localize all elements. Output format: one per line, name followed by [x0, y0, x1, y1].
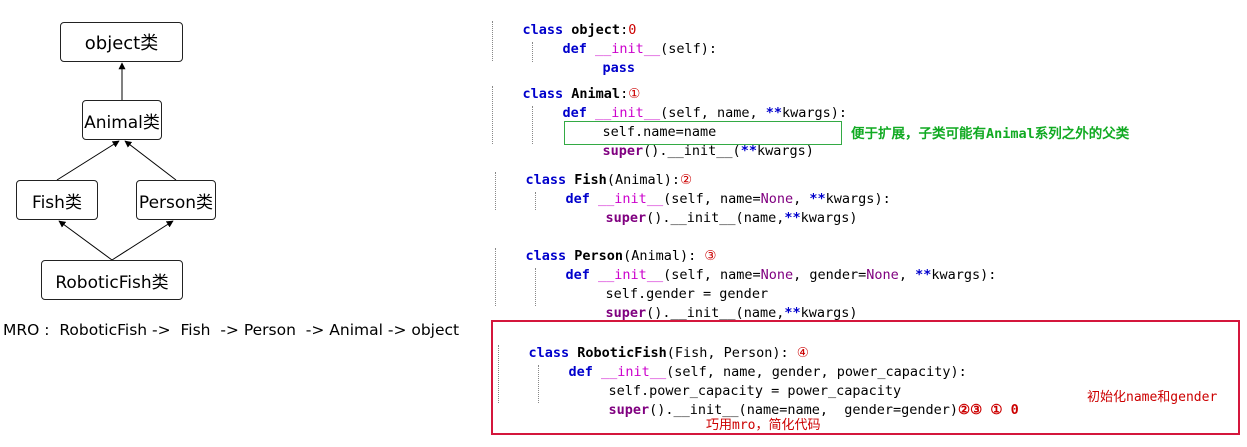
mro-order-markers: ②③ ① 0 — [958, 402, 1019, 418]
code-line-super-call: super().__init__(name,**kwargs) — [573, 190, 858, 226]
double-star: ** — [784, 305, 801, 321]
double-star: ** — [765, 105, 783, 121]
code-line-super-call: super().__init__(**kwargs) — [570, 123, 814, 159]
code-panel: class object:0 def __init__(self): pass … — [0, 0, 1247, 447]
note-use-mro: 巧用mro，简化代码 — [706, 418, 821, 433]
params: , gender= — [793, 267, 867, 283]
params: , — [898, 267, 916, 283]
super-call: kwargs) — [756, 143, 814, 159]
keyword-super: super — [605, 210, 647, 226]
super-call: kwargs) — [800, 305, 858, 321]
code-line-class-animal: class Animal:① — [490, 66, 641, 102]
keyword-super: super — [605, 305, 647, 321]
code-line-def-init: def __init__(self, name=None, **kwargs): — [533, 171, 891, 207]
code-line-super-call: super().__init__(name=name, gender=gende… — [576, 382, 1019, 418]
note-init-name-gender: 初始化name和gender — [1087, 390, 1218, 405]
note-extensibility: 便于扩展，子类可能有Animal系列之外的父类 — [851, 126, 1130, 142]
super-call: ().__init__(name, — [646, 210, 785, 226]
code-line-class-object: class object:0 — [490, 2, 637, 38]
double-star: ** — [784, 210, 801, 226]
code-line-super-call: super().__init__(name,**kwargs) — [573, 285, 858, 321]
code-line-def-init: def __init__(self, name, **kwargs): — [530, 85, 848, 121]
double-star: ** — [740, 143, 757, 159]
code-line-pass: pass — [570, 40, 636, 76]
constant-none: None — [866, 267, 899, 283]
code-line-def-init: def __init__(self): — [530, 21, 717, 57]
code-line-class-person: class Person(Animal): ③ — [493, 228, 717, 264]
code-line-def-init: def __init__(self, name=None, gender=Non… — [533, 247, 997, 283]
double-star: ** — [915, 267, 932, 283]
code-line-assign-gender: self.gender = gender — [573, 266, 769, 302]
code-line-class-fish: class Fish(Animal):② — [493, 152, 693, 188]
keyword-super: super — [608, 402, 650, 418]
params: kwargs): — [782, 105, 848, 121]
code-line-def-init: def __init__(self, name, gender, power_c… — [536, 344, 967, 380]
params: kwargs): — [931, 267, 997, 283]
params: (self): — [660, 41, 717, 57]
code-line-class-roboticfish: class RoboticFish(Fish, Person): ④ — [496, 325, 809, 361]
super-call: ().__init__(name, — [646, 305, 785, 321]
super-call: kwargs) — [800, 210, 858, 226]
code-line-assign-power: self.power_capacity = power_capacity — [576, 363, 902, 399]
